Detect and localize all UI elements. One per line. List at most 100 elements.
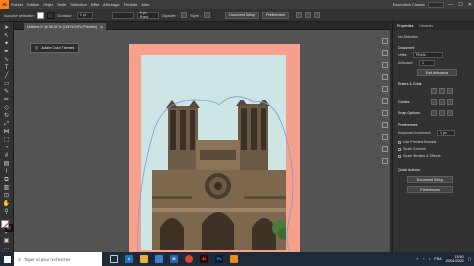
artboard-tool-icon[interactable]: ⊡: [3, 193, 11, 199]
pencil-tool-icon[interactable]: ✏: [3, 97, 11, 103]
preferences-panel-button[interactable]: Preferences: [407, 186, 453, 193]
lock-guides-icon[interactable]: [439, 99, 445, 105]
layers-panel-icon[interactable]: [382, 134, 388, 140]
clock[interactable]: 15:50 20/01/2020: [446, 255, 464, 264]
tab-properties[interactable]: Properties: [397, 24, 413, 28]
minimize-icon[interactable]: —: [448, 2, 453, 8]
scale-strokes-check-icon[interactable]: [398, 154, 401, 158]
opacity-dropdown[interactable]: [180, 12, 187, 18]
close-icon[interactable]: ✕: [468, 2, 472, 8]
file-explorer-icon[interactable]: [140, 255, 148, 263]
eyedropper-tool-icon[interactable]: ⌇: [3, 169, 11, 175]
scale-corners-check-icon[interactable]: [398, 147, 401, 151]
transparency-grid-icon[interactable]: [447, 88, 453, 94]
grid-icon[interactable]: [439, 88, 445, 94]
scale-strokes-checkbox[interactable]: Scale Strokes & Effects: [398, 154, 441, 158]
store-icon[interactable]: [155, 255, 163, 263]
brushes-panel-icon[interactable]: [382, 62, 388, 68]
zoom-tool-icon[interactable]: ⚲: [3, 209, 11, 215]
shape-builder-tool-icon[interactable]: ◔: [3, 145, 11, 151]
start-button[interactable]: [0, 252, 14, 266]
swatches-panel-icon[interactable]: [382, 50, 388, 56]
selection-path[interactable]: [124, 70, 324, 252]
document-tab[interactable]: Untitled-1* @ 66,02 % (CMYK/GPU Preview)…: [24, 23, 107, 30]
gradient-tool-icon[interactable]: ▤: [3, 161, 11, 167]
edge-icon[interactable]: e: [125, 255, 133, 263]
type-tool-icon[interactable]: T: [3, 65, 11, 71]
color-panel-icon[interactable]: [382, 38, 388, 44]
document-setup-panel-button[interactable]: Document Setup: [407, 176, 453, 183]
close-tab-icon[interactable]: ✕: [100, 25, 103, 29]
blend-tool-icon[interactable]: ⧉: [3, 177, 11, 183]
graph-tool-icon[interactable]: ▥: [3, 185, 11, 191]
links-panel-icon[interactable]: [382, 158, 388, 164]
fill-color-icon[interactable]: [0, 220, 9, 228]
snap-to-point-icon[interactable]: [431, 110, 437, 116]
units-dropdown[interactable]: Pixels: [413, 52, 443, 58]
magic-wand-tool-icon[interactable]: ✦: [3, 41, 11, 47]
arrange-icon[interactable]: [314, 12, 321, 18]
preferences-button[interactable]: Préférences: [262, 11, 290, 19]
rectangle-tool-icon[interactable]: ▭: [3, 81, 11, 87]
width-tool-icon[interactable]: ⋈: [3, 129, 11, 135]
document-setup-button[interactable]: Document Setup: [225, 11, 260, 19]
artboards-panel-icon[interactable]: [382, 146, 388, 152]
free-transform-tool-icon[interactable]: ⬚: [3, 137, 11, 143]
screen-mode-icon[interactable]: ▣: [3, 238, 11, 244]
mail-icon[interactable]: ✉: [170, 255, 178, 263]
photoshop-taskbar-icon[interactable]: Ps: [215, 255, 223, 263]
menu-type[interactable]: Texte: [55, 2, 69, 7]
snap-to-grid-icon[interactable]: [439, 110, 445, 116]
language-indicator[interactable]: FRA: [434, 257, 441, 261]
curvature-tool-icon[interactable]: ∿: [3, 57, 11, 63]
selection-tool-icon[interactable]: ➤: [3, 25, 11, 31]
color-themes-tooltip[interactable]: ◫ Adobe Color Themes: [30, 43, 80, 53]
tab-libraries[interactable]: Libraries: [419, 24, 433, 28]
paintbrush-tool-icon[interactable]: ✎: [3, 89, 11, 95]
help-search-input[interactable]: [428, 1, 444, 8]
direct-selection-tool-icon[interactable]: ↖: [3, 33, 11, 39]
workspace-label[interactable]: Essentiels Classic: [393, 2, 425, 7]
taskbar-search-input[interactable]: ⚲ Taper ici pour rechercher: [14, 252, 102, 266]
brush-dropdown[interactable]: 5 pt. Rond: [136, 11, 159, 19]
volume-icon[interactable]: ♪: [429, 257, 431, 261]
tray-arrow-icon[interactable]: ˄: [416, 257, 418, 261]
symbols-panel-icon[interactable]: [382, 74, 388, 80]
network-icon[interactable]: ◔: [422, 257, 424, 261]
hand-tool-icon[interactable]: ✋: [3, 201, 11, 207]
menu-window[interactable]: Fenêtre: [122, 2, 140, 7]
menu-help[interactable]: Aide: [139, 2, 151, 7]
vlc-icon[interactable]: [230, 255, 238, 263]
gradient-panel-icon[interactable]: [382, 98, 388, 104]
opacity-label[interactable]: Opacité :: [162, 13, 178, 18]
smart-guides-icon[interactable]: [447, 99, 453, 105]
show-guides-icon[interactable]: [431, 99, 437, 105]
illustrator-taskbar-icon[interactable]: Ai: [200, 255, 208, 263]
stroke-weight-input[interactable]: 1 pt: [76, 11, 93, 19]
pixel-snap-icon[interactable]: [447, 110, 453, 116]
notifications-icon[interactable]: ▢: [468, 257, 471, 261]
line-tool-icon[interactable]: ╱: [3, 73, 11, 79]
rulers-icon[interactable]: [431, 88, 437, 94]
workspace-switcher[interactable]: Essentiels Classic: [393, 0, 444, 9]
preview-bounds-check-icon[interactable]: [398, 140, 401, 144]
stroke-panel-icon[interactable]: [382, 86, 388, 92]
scale-tool-icon[interactable]: ⤢: [3, 121, 11, 127]
graphic-style-dropdown[interactable]: [204, 12, 211, 18]
canvas-area[interactable]: ◫ Adobe Color Themes: [14, 30, 390, 252]
edit-artboards-button[interactable]: Edit Artboards: [417, 69, 457, 76]
maximize-icon[interactable]: ☐: [458, 2, 462, 8]
menu-object[interactable]: Objet: [41, 2, 55, 7]
menu-effect[interactable]: Effet: [89, 2, 101, 7]
variable-width-dropdown[interactable]: [111, 11, 134, 19]
pen-tool-icon[interactable]: ✒: [3, 49, 11, 55]
keyboard-increment-input[interactable]: 1 px: [437, 130, 455, 136]
menu-edit[interactable]: Edition: [25, 2, 41, 7]
rotate-tool-icon[interactable]: ↻: [3, 113, 11, 119]
fill-stroke-control[interactable]: [0, 220, 13, 232]
preview-bounds-checkbox[interactable]: Use Preview Bounds: [398, 140, 436, 144]
transform-icon[interactable]: [305, 12, 312, 18]
menu-select[interactable]: Sélection: [68, 2, 88, 7]
artboard-dropdown[interactable]: 1: [419, 60, 435, 66]
task-view-icon[interactable]: [110, 255, 118, 263]
